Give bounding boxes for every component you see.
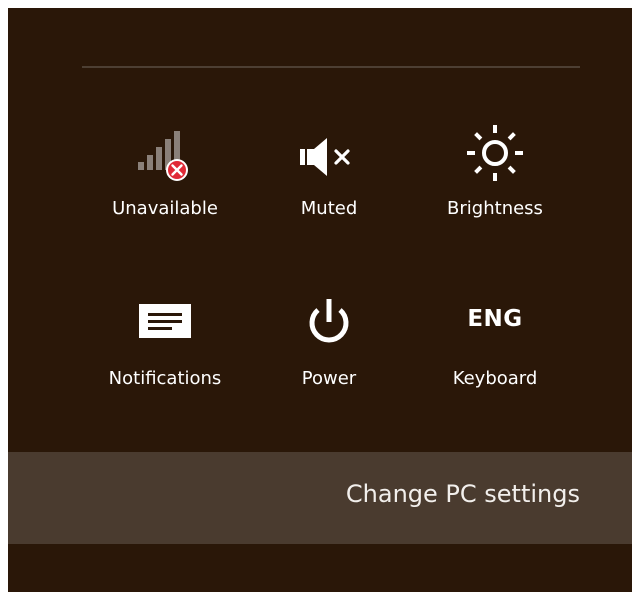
keyboard-tile[interactable]: ENG Keyboard — [410, 290, 580, 410]
power-tile[interactable]: Power — [244, 290, 414, 410]
change-pc-settings-button[interactable]: Change PC settings — [8, 452, 632, 544]
network-label: Unavailable — [112, 198, 218, 219]
settings-charm-panel: Unavailable Muted Brightness Notificatio… — [8, 8, 632, 592]
divider — [82, 66, 580, 68]
notifications-tile[interactable]: Notifications — [80, 290, 250, 410]
volume-muted-icon — [300, 138, 350, 176]
volume-label: Muted — [300, 198, 358, 219]
keyboard-language-indicator: ENG — [467, 306, 523, 332]
power-icon — [309, 299, 349, 343]
network-tile[interactable]: Unavailable — [80, 120, 250, 240]
brightness-tile[interactable]: Brightness — [410, 120, 580, 240]
network-unavailable-icon — [138, 131, 188, 181]
notifications-label: Notifications — [108, 368, 222, 389]
volume-tile[interactable]: Muted — [244, 120, 414, 240]
notifications-icon — [139, 304, 191, 338]
brightness-label: Brightness — [447, 198, 543, 219]
keyboard-label: Keyboard — [452, 368, 538, 389]
power-label: Power — [301, 368, 357, 389]
change-pc-settings-label: Change PC settings — [345, 480, 580, 508]
brightness-icon — [467, 125, 523, 181]
